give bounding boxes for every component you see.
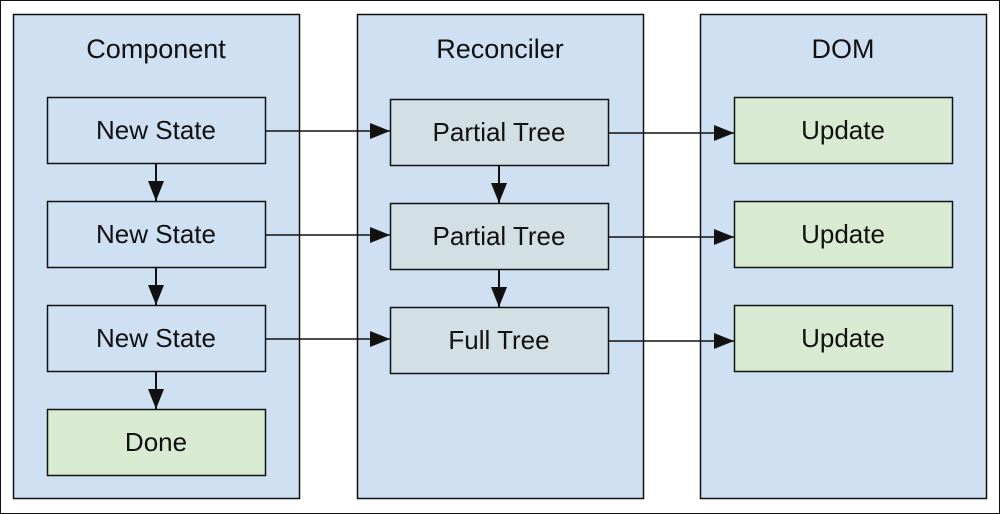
node-box: Update	[733, 200, 954, 269]
node-box: New State	[46, 200, 267, 269]
node-box: New State	[46, 96, 267, 165]
node-label: New State	[96, 219, 216, 249]
node-box: Done	[46, 408, 267, 477]
node-box: Full Tree	[389, 306, 610, 375]
node-box: New State	[46, 304, 267, 373]
node-label: Update	[801, 323, 885, 353]
node-box: Partial Tree	[389, 202, 610, 271]
node-label: Update	[801, 219, 885, 249]
diagram: Component Reconciler DOM New State New Stat…	[0, 0, 1000, 514]
node-label: Done	[125, 427, 187, 457]
node-box: Partial Tree	[389, 98, 610, 167]
node-label: New State	[96, 115, 216, 145]
diagram-canvas: Component Reconciler DOM New State New Stat…	[0, 0, 1000, 514]
node-label: Partial Tree	[433, 221, 566, 251]
node-box: Update	[733, 304, 954, 373]
column-title: Component	[86, 34, 226, 64]
node-box: Update	[733, 96, 954, 165]
column-title: DOM	[812, 34, 875, 64]
node-label: Full Tree	[448, 325, 549, 355]
node-label: Update	[801, 115, 885, 145]
node-label: New State	[96, 323, 216, 353]
node-label: Partial Tree	[433, 117, 566, 147]
column-title: Reconciler	[436, 34, 564, 64]
